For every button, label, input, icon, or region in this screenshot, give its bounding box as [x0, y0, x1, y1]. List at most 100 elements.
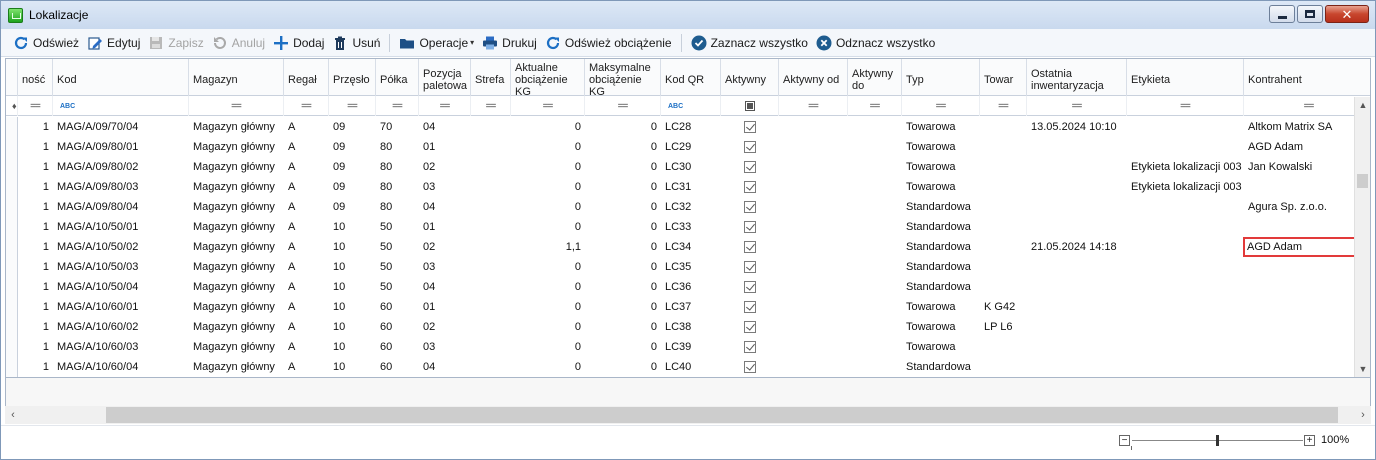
cell-akt[interactable]: 0 — [511, 297, 585, 317]
cell-kod[interactable]: MAG/A/10/50/02 — [53, 237, 189, 257]
cell-ostatnia[interactable] — [1027, 357, 1127, 377]
filter-cell-strefa[interactable]: == — [471, 96, 511, 116]
cell-regal[interactable]: A — [284, 197, 329, 217]
zoom-out-button[interactable]: − — [1119, 435, 1130, 446]
table-row[interactable]: 1 MAG/A/09/80/02 Magazyn główny A 09 80 02 0 0 LC… — [6, 157, 1354, 177]
cell-aktywny_do[interactable] — [848, 297, 902, 317]
cell-maks[interactable]: 0 — [585, 137, 661, 157]
active-checkbox[interactable] — [744, 141, 756, 153]
cell-typ[interactable]: Standardowa — [902, 237, 980, 257]
close-button[interactable]: ✕ — [1325, 5, 1369, 23]
filter-cell-etykieta[interactable]: == — [1127, 96, 1244, 116]
active-checkbox[interactable] — [744, 321, 756, 333]
zoom-in-button[interactable]: + — [1304, 435, 1315, 446]
cell-qr[interactable]: LC34 — [661, 237, 721, 257]
cell-przeslo[interactable]: 10 — [329, 217, 376, 237]
cell-aktywny_do[interactable] — [848, 177, 902, 197]
cell-ostatnia[interactable] — [1027, 337, 1127, 357]
table-row[interactable]: 1 MAG/A/09/80/04 Magazyn główny A 09 80 04 0 0 LC… — [6, 197, 1354, 217]
cell-akt[interactable]: 0 — [511, 317, 585, 337]
cell-polka[interactable]: 60 — [376, 297, 419, 317]
table-row[interactable]: 1 MAG/A/09/70/04 Magazyn główny A 09 70 04 0 0 LC… — [6, 117, 1354, 137]
cell-kontrahent[interactable] — [1244, 337, 1354, 357]
cell-pozycja[interactable]: 02 — [419, 157, 471, 177]
cell-akt[interactable]: 0 — [511, 197, 585, 217]
cell-kontrahent[interactable]: AGD Adam — [1243, 237, 1354, 257]
cell-kod[interactable]: MAG/A/10/60/04 — [53, 357, 189, 377]
cell-regal[interactable]: A — [284, 137, 329, 157]
cell-akt[interactable]: 0 — [511, 337, 585, 357]
cell-regal[interactable]: A — [284, 297, 329, 317]
cell-przeslo[interactable]: 10 — [329, 277, 376, 297]
cell-qr[interactable]: LC35 — [661, 257, 721, 277]
cell-regal[interactable]: A — [284, 157, 329, 177]
cell-typ[interactable]: Towarowa — [902, 137, 980, 157]
cell-etykieta[interactable]: Etykieta lokalizacji 003 — [1127, 177, 1244, 197]
filter-cell-przeslo[interactable]: == — [329, 96, 376, 116]
refresh-button[interactable]: Odśwież — [9, 32, 83, 54]
cell-akt[interactable]: 0 — [511, 257, 585, 277]
cell-polka[interactable]: 60 — [376, 337, 419, 357]
cell-strefa[interactable] — [471, 357, 511, 377]
cell-przeslo[interactable]: 09 — [329, 197, 376, 217]
column-header-regal[interactable]: Regał — [284, 59, 329, 96]
cell-magazyn[interactable]: Magazyn główny — [189, 157, 284, 177]
cell-typ[interactable]: Towarowa — [902, 317, 980, 337]
cell-aktywny_od[interactable] — [779, 317, 848, 337]
cell-towar[interactable]: LP L6 — [980, 317, 1027, 337]
cell-pozycja[interactable]: 03 — [419, 337, 471, 357]
cell-qr[interactable]: LC30 — [661, 157, 721, 177]
table-row[interactable]: 1 MAG/A/10/50/02 Magazyn główny A 10 50 02 1,1 0… — [6, 237, 1354, 257]
scroll-up-icon[interactable]: ▲ — [1355, 97, 1370, 113]
cell-ilosc[interactable]: 1 — [18, 237, 53, 257]
column-header-aktywny_od[interactable]: Aktywny od — [779, 59, 848, 96]
table-row[interactable]: 1 MAG/A/09/80/01 Magazyn główny A 09 80 01 0 0 LC… — [6, 137, 1354, 157]
cell-typ[interactable]: Towarowa — [902, 117, 980, 137]
filter-cell-ilosc[interactable]: == — [18, 96, 53, 116]
cell-przeslo[interactable]: 10 — [329, 237, 376, 257]
cell-kontrahent[interactable] — [1244, 357, 1354, 377]
cell-ilosc[interactable]: 1 — [18, 117, 53, 137]
cell-ostatnia[interactable]: 21.05.2024 14:18 — [1027, 237, 1127, 257]
minimize-button[interactable] — [1269, 5, 1295, 23]
cell-maks[interactable]: 0 — [585, 197, 661, 217]
row-indicator[interactable] — [6, 277, 18, 297]
cell-maks[interactable]: 0 — [585, 157, 661, 177]
cell-pozycja[interactable]: 03 — [419, 177, 471, 197]
cell-maks[interactable]: 0 — [585, 357, 661, 377]
active-checkbox[interactable] — [744, 121, 756, 133]
column-header-typ[interactable]: Typ — [902, 59, 980, 96]
row-indicator[interactable] — [6, 137, 18, 157]
cell-ilosc[interactable]: 1 — [18, 297, 53, 317]
maximize-button[interactable] — [1297, 5, 1323, 23]
cell-aktywny_do[interactable] — [848, 317, 902, 337]
table-row[interactable]: 1 MAG/A/10/50/03 Magazyn główny A 10 50 03 0 0 LC… — [6, 257, 1354, 277]
active-checkbox[interactable] — [744, 221, 756, 233]
cell-pozycja[interactable]: 01 — [419, 217, 471, 237]
select-all-button[interactable]: Zaznacz wszystko — [687, 32, 812, 54]
column-header-przeslo[interactable]: Przęsło — [329, 59, 376, 96]
cell-magazyn[interactable]: Magazyn główny — [189, 317, 284, 337]
filter-cell-aktywny_od[interactable]: == — [779, 96, 848, 116]
cell-regal[interactable]: A — [284, 217, 329, 237]
cell-maks[interactable]: 0 — [585, 217, 661, 237]
table-row[interactable]: 1 MAG/A/10/60/01 Magazyn główny A 10 60 01 0 0 LC… — [6, 297, 1354, 317]
table-row[interactable]: 1 MAG/A/10/60/03 Magazyn główny A 10 60 03 0 0 LC… — [6, 337, 1354, 357]
cell-strefa[interactable] — [471, 117, 511, 137]
cell-magazyn[interactable]: Magazyn główny — [189, 237, 284, 257]
cell-typ[interactable]: Standardowa — [902, 217, 980, 237]
cell-etykieta[interactable] — [1127, 137, 1244, 157]
cell-przeslo[interactable]: 10 — [329, 257, 376, 277]
column-header-qr[interactable]: Kod QR — [661, 59, 721, 96]
cell-przeslo[interactable]: 09 — [329, 177, 376, 197]
cell-ostatnia[interactable] — [1027, 217, 1127, 237]
cell-etykieta[interactable] — [1127, 237, 1244, 257]
cell-qr[interactable]: LC31 — [661, 177, 721, 197]
cell-aktywny_od[interactable] — [779, 237, 848, 257]
row-indicator[interactable] — [6, 197, 18, 217]
operations-button[interactable]: Operacje ▾ — [395, 32, 478, 54]
column-header-towar[interactable]: Towar — [980, 59, 1027, 96]
cell-aktywny_od[interactable] — [779, 337, 848, 357]
filter-cell-pozycja[interactable]: == — [419, 96, 471, 116]
cell-strefa[interactable] — [471, 277, 511, 297]
